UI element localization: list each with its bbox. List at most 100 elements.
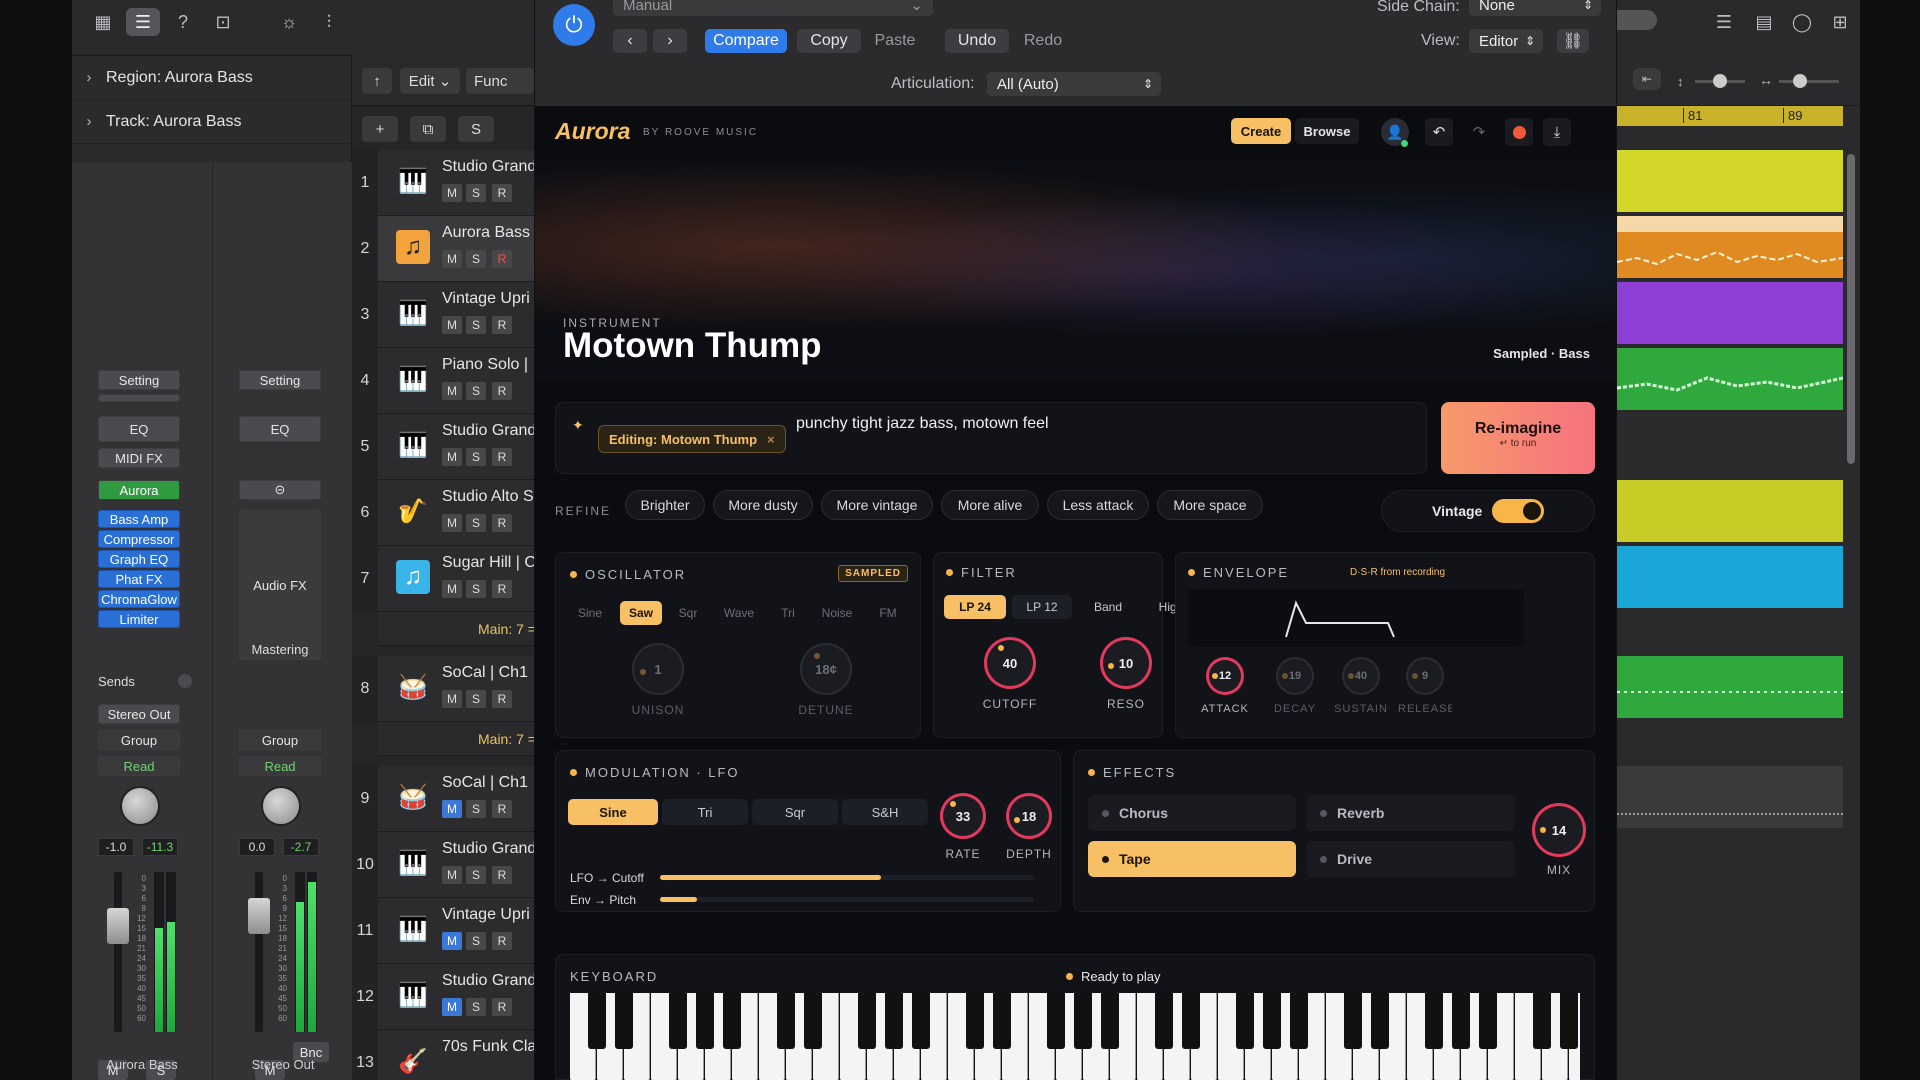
region[interactable] <box>1617 150 1843 212</box>
eq-button[interactable]: EQ <box>239 416 321 442</box>
redo-icon[interactable]: ↷ <box>1465 118 1493 146</box>
link-icon[interactable]: ⛓ <box>1557 29 1589 53</box>
track-record-button[interactable]: R <box>492 866 512 884</box>
track-solo-button[interactable]: S <box>466 382 486 400</box>
refine-chip-more-dusty[interactable]: More dusty <box>713 490 813 520</box>
wave-wavetable[interactable]: Wave <box>714 601 764 625</box>
wave-sine[interactable]: Sine <box>570 601 610 625</box>
copy-button[interactable]: Copy <box>797 29 861 53</box>
side-chain-menu[interactable]: None ⇕ <box>1469 0 1601 16</box>
solo-mode-button[interactable]: S <box>458 116 494 142</box>
plugin-slot-chromaglow[interactable]: ChromaGlow <box>98 590 180 608</box>
paste-button[interactable]: Paste <box>863 29 927 53</box>
refine-chip-brighter[interactable]: Brighter <box>625 490 705 520</box>
drums-icon[interactable]: 🥁 <box>396 670 430 704</box>
horizontal-zoom-handle[interactable] <box>1793 74 1807 88</box>
track-mute-button[interactable]: M <box>442 184 462 202</box>
region[interactable] <box>1617 766 1843 828</box>
eq-button[interactable]: EQ <box>98 416 180 442</box>
group-slot[interactable]: Group <box>98 730 180 750</box>
undo-button[interactable]: Undo <box>945 29 1009 53</box>
piano-icon[interactable]: 🎹 <box>396 846 430 880</box>
track-row[interactable]: 10 🎹 Studio Grand M S R <box>352 832 536 898</box>
refine-chip-more-vintage[interactable]: More vintage <box>821 490 933 520</box>
lfo-rate-knob[interactable]: 33 <box>940 793 986 839</box>
track-mute-button[interactable]: M <box>442 250 462 268</box>
quick-help-icon[interactable]: ? <box>166 8 200 36</box>
fx-chorus[interactable]: Chorus <box>1088 795 1296 831</box>
track-name[interactable]: Sugar Hill | C <box>442 554 536 572</box>
piano-black-key[interactable] <box>804 993 822 1049</box>
smart-controls-icon[interactable]: ☼ <box>272 8 306 36</box>
piano-black-key[interactable] <box>858 993 876 1049</box>
add-track-button[interactable]: + <box>362 116 398 142</box>
track-mute-button[interactable]: M <box>442 514 462 532</box>
piano-black-key[interactable] <box>1479 993 1497 1049</box>
automation-lane-label[interactable]: Main: 7 = Vol <box>378 612 559 646</box>
piano-black-key[interactable] <box>1155 993 1173 1049</box>
track-record-button[interactable]: R <box>492 690 512 708</box>
track-name[interactable]: SoCal | Ch1 <box>442 774 528 792</box>
fx-reverb[interactable]: Reverb <box>1306 795 1514 831</box>
undo-icon[interactable]: ↶ <box>1425 118 1453 146</box>
track-record-button[interactable]: R <box>492 382 512 400</box>
track-mute-button[interactable]: M <box>442 580 462 598</box>
instrument-slot[interactable]: Aurora <box>98 480 180 500</box>
track-solo-button[interactable]: S <box>466 580 486 598</box>
track-row[interactable]: 7 ♫ Sugar Hill | C MSR <box>352 546 536 612</box>
cutoff-knob[interactable]: 40 <box>984 637 1036 689</box>
duplicate-track-icon[interactable]: ⧉ <box>410 116 446 142</box>
track-record-button[interactable]: R <box>492 316 512 334</box>
plugin-slot-bass-amp[interactable]: Bass Amp <box>98 510 180 528</box>
loops-icon[interactable]: ◯ <box>1785 8 1819 36</box>
wave-fm[interactable]: FM <box>868 601 908 625</box>
region[interactable] <box>1617 546 1843 608</box>
piano-black-key[interactable] <box>669 993 687 1049</box>
piano-black-key[interactable] <box>1047 993 1065 1049</box>
piano-black-key[interactable] <box>912 993 930 1049</box>
filter-band[interactable]: Band <box>1078 595 1138 619</box>
envelope-graph[interactable] <box>1188 589 1524 647</box>
lfo-shape-sample-hold[interactable]: S&H <box>842 799 928 825</box>
browsers-icon[interactable]: ⊞ <box>1823 8 1857 36</box>
track-mute-button[interactable]: M <box>442 800 462 818</box>
track-name[interactable]: 70s Funk Cla <box>442 1038 536 1056</box>
vintage-toggle[interactable] <box>1492 499 1544 523</box>
track-solo-button[interactable]: S <box>466 932 486 950</box>
track-row[interactable]: 13 🎸 70s Funk Cla <box>352 1030 536 1080</box>
piano-black-key[interactable] <box>1101 993 1119 1049</box>
horizontal-zoom-slider[interactable] <box>1779 80 1839 83</box>
track-mute-button[interactable]: M <box>442 382 462 400</box>
sax-icon[interactable]: 🎷 <box>396 494 430 528</box>
track-row[interactable]: 5 🎹 Studio Grand M S R <box>352 414 536 480</box>
note-icon[interactable]: ♫ <box>396 230 430 264</box>
track-solo-button[interactable]: S <box>466 184 486 202</box>
group-slot[interactable]: Group <box>239 730 321 750</box>
browse-button[interactable]: Browse <box>1295 118 1359 144</box>
track-row[interactable]: 12 🎹 Studio Grand M S R <box>352 964 536 1030</box>
region[interactable] <box>1617 282 1843 344</box>
volume-fader-handle[interactable] <box>248 898 270 934</box>
download-icon[interactable]: ⤓ <box>1543 118 1571 146</box>
output-slot[interactable]: Stereo Out <box>98 704 180 724</box>
track-mute-button[interactable]: M <box>442 316 462 334</box>
region-inspector-row[interactable]: › Region: Aurora Bass <box>72 56 352 100</box>
track-name[interactable]: Studio Grand <box>442 422 536 440</box>
region[interactable] <box>1617 480 1843 542</box>
plugin-slot-compressor[interactable]: Compressor <box>98 530 180 548</box>
track-mute-button[interactable]: M <box>442 998 462 1016</box>
envelope-decay-knob[interactable]: 19 <box>1276 657 1314 695</box>
track-name[interactable]: Studio Grand <box>442 840 536 858</box>
prompt-input[interactable]: punchy tight jazz bass, motown feel <box>796 415 1049 433</box>
piano-black-key[interactable] <box>1182 993 1200 1049</box>
track-record-button[interactable]: R <box>492 448 512 466</box>
reimagine-button[interactable]: Re-imagine ↵ to run <box>1441 402 1595 474</box>
plugin-slot-graph-eq[interactable]: Graph EQ <box>98 550 180 568</box>
wave-saw[interactable]: Saw <box>620 601 662 625</box>
region-selected[interactable] <box>1616 216 1844 278</box>
track-row[interactable]: 9 🥁 SoCal | Ch1 M S R <box>352 766 534 832</box>
redo-button[interactable]: Redo <box>1011 29 1075 53</box>
setting-button[interactable]: Setting <box>98 370 180 390</box>
bar-ruler[interactable]: 81 89 <box>1617 106 1843 126</box>
region[interactable] <box>1616 348 1844 410</box>
